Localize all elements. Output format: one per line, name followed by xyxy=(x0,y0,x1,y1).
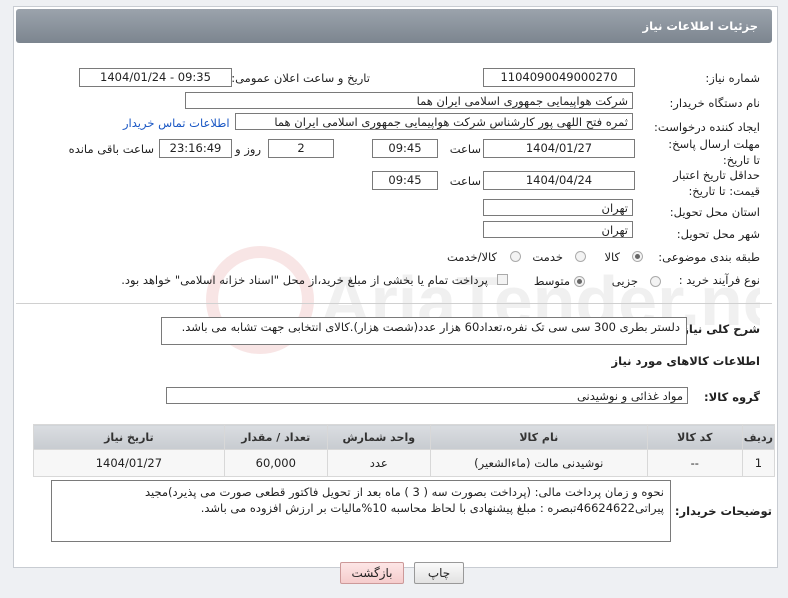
col-name: نام کالا xyxy=(429,424,648,450)
back-button[interactable]: بازگشت xyxy=(340,562,404,584)
process-radio-minor[interactable] xyxy=(650,276,661,287)
category-radio-goods[interactable] xyxy=(632,251,643,262)
remaining-word: ساعت باقی مانده xyxy=(68,142,154,156)
cell-code: -- xyxy=(646,449,743,477)
creator-field: ثمره فتح اللهی پور کارشناس شرکت هواپیمای… xyxy=(235,113,633,130)
deadline-date-field: 1404/01/27 xyxy=(483,139,635,158)
description-label: شرح کلی نیاز: xyxy=(677,322,760,336)
buyer-notes-field: نحوه و زمان پرداخت مالی: (پرداخت بصورت س… xyxy=(51,480,671,542)
col-code: کد کالا xyxy=(646,424,743,450)
col-row: ردیف xyxy=(741,424,776,450)
buyer-notes-label: توضیحات خریدار: xyxy=(674,504,772,518)
city-label: شهر محل تحویل: xyxy=(676,227,760,241)
creator-label: ایجاد کننده درخواست: xyxy=(654,120,760,134)
announce-field: 1404/01/24 - 09:35 xyxy=(79,68,232,87)
deadline-time-word: ساعت xyxy=(449,142,481,156)
validity-label: حداقل تاریخ اعتبار قیمت: تا تاریخ: xyxy=(673,168,760,198)
treasury-note: پرداخت تمام یا بخشی از مبلغ خرید،از محل … xyxy=(121,273,488,287)
process-option-medium: متوسط xyxy=(533,274,570,288)
buyer-org-field: شرکت هواپیمایی جمهوری اسلامی ایران هما xyxy=(185,92,633,109)
process-radio-medium[interactable] xyxy=(574,276,585,287)
table-header-row: ردیف کد کالا نام کالا واحد شمارش تعداد /… xyxy=(33,424,776,450)
col-date: تاریخ نیاز xyxy=(33,424,225,450)
category-label: طبقه بندی موضوعی: xyxy=(658,250,760,264)
need-number-field: 1104090049000270 xyxy=(483,68,635,87)
category-radio-service[interactable] xyxy=(575,251,586,262)
deadline-label: مهلت ارسال پاسخ: تا تاریخ: xyxy=(668,137,760,167)
goods-info-title: اطلاعات کالاهای مورد نیاز xyxy=(611,354,760,368)
contact-info-link[interactable]: اطلاعات تماس خریدار xyxy=(123,116,230,130)
col-unit: واحد شمارش xyxy=(326,424,431,450)
cell-row: 1 xyxy=(741,449,776,477)
page-title: جزئیات اطلاعات نیاز xyxy=(642,19,758,33)
col-qty: تعداد / مقدار xyxy=(223,424,328,450)
category-option-service: خدمت xyxy=(532,250,563,264)
divider xyxy=(16,303,772,304)
title-bar: جزئیات اطلاعات نیاز xyxy=(16,9,772,43)
items-table: ردیف کد کالا نام کالا واحد شمارش تعداد /… xyxy=(33,424,776,477)
cell-unit: عدد xyxy=(326,449,431,477)
deadline-time-field: 09:45 xyxy=(372,139,438,158)
category-radio-both[interactable] xyxy=(510,251,521,262)
process-label: نوع فرآیند خرید : xyxy=(678,273,760,287)
goods-group-field: مواد غذائی و نوشیدنی xyxy=(166,387,688,404)
buyer-notes-line1: نحوه و زمان پرداخت مالی: (پرداخت بصورت س… xyxy=(144,485,664,499)
days-word: روز و xyxy=(235,142,261,156)
province-label: استان محل تحویل: xyxy=(669,205,760,219)
description-field: دلستر بطری 300 سی سی تک نفره،تعداد60 هزا… xyxy=(161,317,687,345)
buyer-org-label: نام دستگاه خریدار: xyxy=(669,96,760,110)
treasury-checkbox[interactable] xyxy=(497,274,508,285)
remaining-time-field: 23:16:49 xyxy=(159,139,232,158)
category-option-goods: کالا xyxy=(604,250,620,264)
validity-date-field: 1404/04/24 xyxy=(483,171,635,190)
need-number-label: شماره نیاز: xyxy=(705,71,760,85)
city-field: تهران xyxy=(483,221,633,238)
validity-time-field: 09:45 xyxy=(372,171,438,190)
cell-qty: 60,000 xyxy=(223,449,328,477)
cell-name: نوشیدنی مالت (ماءالشعیر) xyxy=(429,449,648,477)
cell-date: 1404/01/27 xyxy=(33,449,225,477)
announce-label: تاریخ و ساعت اعلان عمومی: xyxy=(231,71,370,85)
validity-time-word: ساعت xyxy=(449,174,481,188)
province-field: تهران xyxy=(483,199,633,216)
table-row[interactable]: 1 -- نوشیدنی مالت (ماءالشعیر) عدد 60,000… xyxy=(33,449,776,477)
goods-group-label: گروه کالا: xyxy=(704,390,760,404)
category-option-both: کالا/خدمت xyxy=(446,250,497,264)
days-field: 2 xyxy=(268,139,334,158)
process-option-minor: جزیی xyxy=(611,274,638,288)
print-button[interactable]: چاپ xyxy=(414,562,464,584)
buyer-notes-line2: پیراتی46624622تبصره : مبلغ پیشنهادی با ل… xyxy=(200,501,664,515)
